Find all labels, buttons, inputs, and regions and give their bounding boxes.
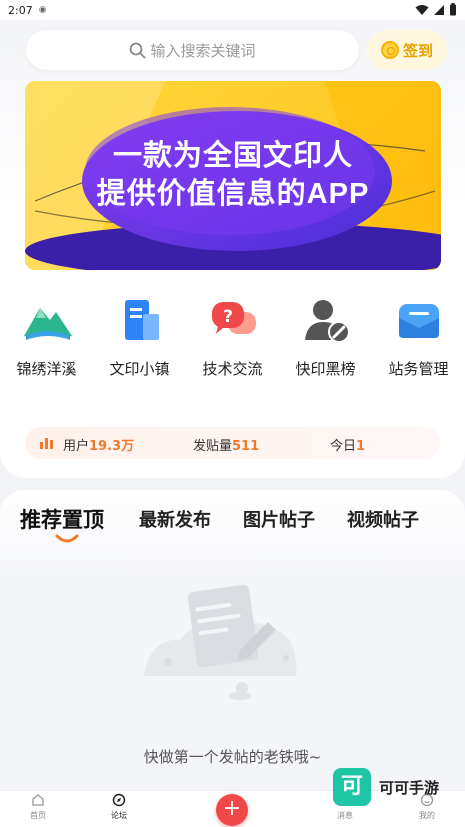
tab-image-posts[interactable]: 图片帖子 [243, 506, 315, 532]
watermark-logo: 可 [333, 768, 371, 806]
search-placeholder: 输入搜索关键词 [150, 41, 256, 60]
bottom-nav-forum[interactable]: 论坛 [89, 793, 149, 821]
stat-today: 今日1 [330, 435, 365, 454]
nav-label: 站务管理 [388, 360, 449, 378]
status-time: 2:07 [8, 3, 33, 17]
compass-icon [112, 793, 126, 807]
tab-video-posts[interactable]: 视频帖子 [347, 506, 419, 532]
nav-label: 快印黑榜 [295, 360, 356, 378]
watermark-text: 可可手游 [379, 778, 440, 797]
stat-users-value: 19.3万 [89, 439, 135, 454]
nav-label: 技术交流 [202, 360, 263, 378]
stat-users: 用户19.3万 [63, 435, 134, 454]
new-post-button[interactable]: + [216, 794, 248, 826]
stat-posts: 发贴量511 [193, 435, 259, 454]
header-card: 输入搜索关键词 签到 一款为全国文印人 提供价值信息的APP 锦绣洋溪 文印小镇… [0, 20, 465, 478]
promo-banner[interactable]: 一款为全国文印人 提供价值信息的APP [25, 81, 441, 270]
building-icon [115, 296, 167, 348]
battery-icon [450, 3, 456, 16]
tab-active-indicator [55, 534, 79, 543]
home-icon [32, 794, 44, 806]
shield-icon: ◉ [38, 5, 47, 15]
quick-nav: 锦绣洋溪 文印小镇 ? 技术交流 快印黑榜 站务管理 [0, 296, 465, 386]
nav-item-jinxiu[interactable]: 锦绣洋溪 [0, 296, 93, 386]
stat-today-label: 今日 [330, 439, 357, 454]
checkin-label: 签到 [402, 41, 433, 60]
chat-question-icon: ? [208, 296, 260, 348]
stats-bar: 用户19.3万 发贴量511 今日1 [25, 427, 440, 459]
banner-line-1: 一款为全国文印人 [112, 140, 353, 172]
status-bar: 2:07 ◉ [0, 0, 465, 20]
wifi-icon [415, 4, 429, 15]
empty-state-text: 快做第一个发帖的老铁哦~ [143, 748, 322, 766]
bottom-nav-forum-label: 论坛 [111, 811, 127, 820]
nav-item-wenyin-town[interactable]: 文印小镇 [93, 296, 186, 386]
bottom-nav-me-label: 我的 [419, 811, 435, 820]
stat-posts-value: 511 [232, 439, 260, 454]
stat-posts-label: 发贴量 [193, 439, 233, 454]
nav-item-blacklist[interactable]: 快印黑榜 [279, 296, 372, 386]
mountain-icon [22, 296, 74, 348]
empty-document-icon [144, 584, 297, 700]
nav-label: 文印小镇 [109, 360, 170, 378]
search-input[interactable]: 输入搜索关键词 [26, 30, 359, 70]
banner-line-2: 提供价值信息的APP [96, 178, 370, 210]
checkin-button[interactable]: 签到 [367, 30, 447, 70]
bottom-nav-home[interactable]: 首页 [8, 793, 68, 821]
posts-section: 推荐置顶 最新发布 图片帖子 视频帖子 快做第一个发帖的老铁哦~ [0, 490, 465, 790]
status-icons [415, 3, 457, 16]
nav-label: 锦绣洋溪 [16, 360, 77, 378]
stat-users-label: 用户 [63, 439, 90, 454]
nav-item-station-admin[interactable]: 站务管理 [372, 296, 465, 386]
mail-icon [394, 296, 446, 348]
coin-icon [380, 41, 399, 59]
chart-icon [40, 438, 53, 449]
tab-recommended[interactable]: 推荐置顶 [20, 504, 104, 534]
user-ban-icon [301, 296, 353, 348]
svg-text:?: ? [223, 307, 233, 327]
tab-latest[interactable]: 最新发布 [139, 506, 211, 532]
search-icon [130, 42, 146, 58]
nav-item-tech-exchange[interactable]: ? 技术交流 [186, 296, 279, 386]
watermark: 可 可可手游 [333, 768, 439, 806]
signal-icon [434, 4, 444, 15]
bottom-nav-messages-label: 消息 [337, 811, 353, 820]
stat-today-value: 1 [356, 439, 366, 454]
bottom-nav-home-label: 首页 [30, 811, 46, 820]
